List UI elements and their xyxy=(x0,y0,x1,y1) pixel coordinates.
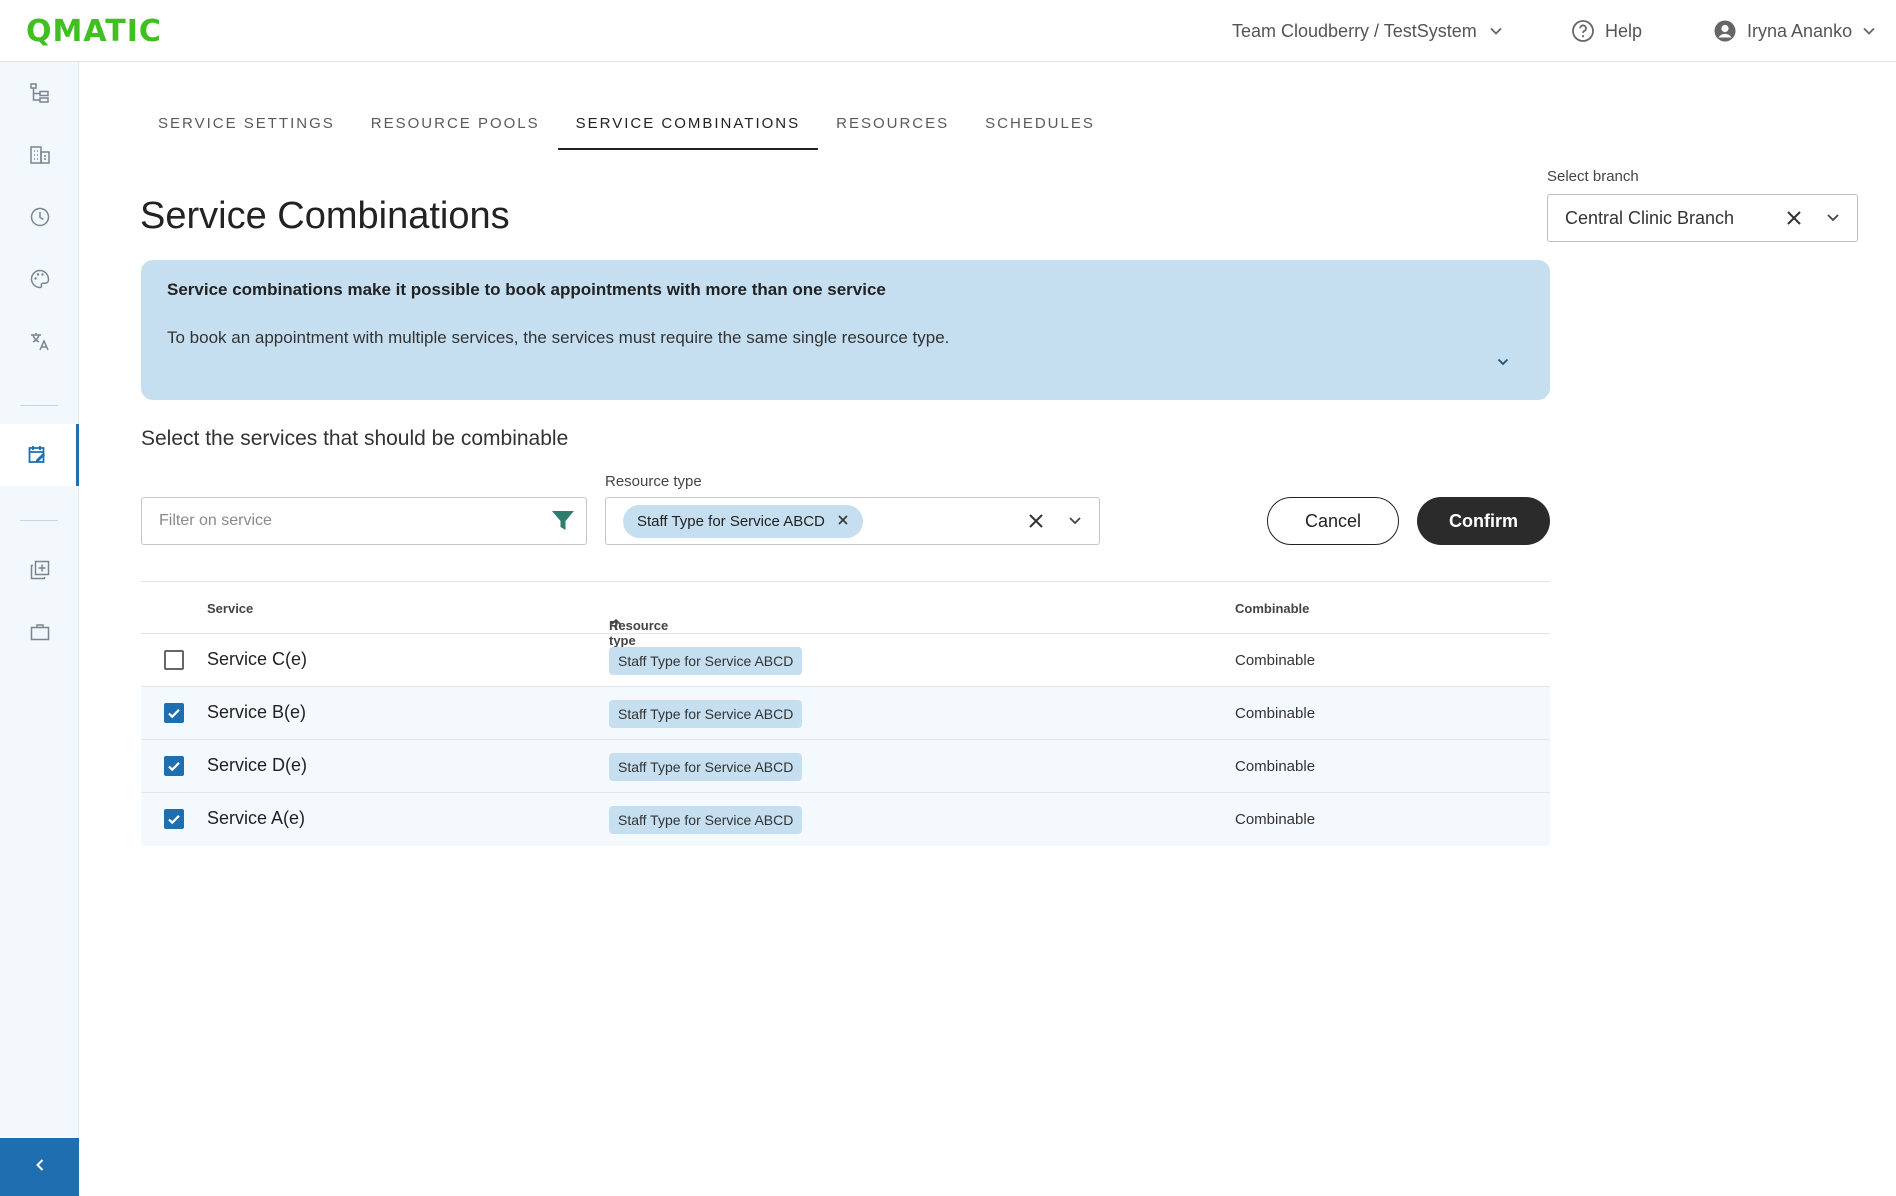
chevron-down-icon[interactable] xyxy=(1067,512,1083,533)
resource-type-tag: Staff Type for Service ABCD xyxy=(609,806,803,834)
service-name: Service D(e) xyxy=(207,755,308,775)
tab-service-combinations[interactable]: SERVICE COMBINATIONS xyxy=(557,100,819,150)
table-row[interactable]: Service C(e) Staff Type for Service ABCD… xyxy=(141,634,1550,687)
table-header: Service Resource type Combinable xyxy=(141,581,1550,648)
checkmark-icon xyxy=(168,762,180,772)
palette-icon[interactable] xyxy=(0,248,79,310)
filter-field xyxy=(141,497,587,545)
cancel-button[interactable]: Cancel xyxy=(1267,497,1399,545)
user-name: Iryna Ananko xyxy=(1747,20,1853,41)
info-text: To book an appointment with multiple ser… xyxy=(167,328,950,347)
resource-type-tag: Staff Type for Service ABCD xyxy=(609,753,803,781)
team-system-selector[interactable]: Team Cloudberry / TestSystem xyxy=(1232,0,1503,62)
combinable-status: Combinable xyxy=(1235,758,1316,775)
close-icon[interactable] xyxy=(1783,207,1805,234)
filter-service-input[interactable] xyxy=(159,512,539,530)
service-name: Service B(e) xyxy=(207,702,307,722)
confirm-button[interactable]: Confirm xyxy=(1417,497,1550,545)
service-name: Service A(e) xyxy=(207,808,306,828)
tab-schedules[interactable]: SCHEDULES xyxy=(967,100,1113,150)
resource-type-chip: Staff Type for Service ABCD xyxy=(623,505,863,538)
row-checkbox[interactable] xyxy=(164,650,184,670)
resource-type-tag: Staff Type for Service ABCD xyxy=(609,700,803,728)
building-icon[interactable] xyxy=(0,124,79,186)
chip-label: Staff Type for Service ABCD xyxy=(637,513,825,530)
resource-type-tag: Staff Type for Service ABCD xyxy=(609,647,803,675)
calendar-edit-icon[interactable] xyxy=(0,424,79,486)
chevron-left-icon xyxy=(33,1158,47,1177)
tab-bar: SERVICE SETTINGS RESOURCE POOLS SERVICE … xyxy=(140,100,1113,150)
selection-subtitle: Select the services that should be combi… xyxy=(141,427,569,450)
account-circle-icon xyxy=(1713,19,1737,43)
services-table: Service Resource type Combinable Service… xyxy=(141,581,1550,846)
add-copy-icon[interactable] xyxy=(0,539,79,601)
tab-resources[interactable]: RESOURCES xyxy=(818,100,967,150)
close-icon[interactable] xyxy=(837,513,849,530)
translate-icon[interactable] xyxy=(0,310,79,372)
close-icon[interactable] xyxy=(1025,510,1047,537)
arrow-up-icon xyxy=(609,618,623,635)
filter-funnel-icon[interactable] xyxy=(550,508,576,539)
user-menu[interactable]: Iryna Ananko xyxy=(1713,0,1876,62)
resource-type-label: Resource type xyxy=(605,473,702,490)
help-label: Help xyxy=(1605,20,1643,41)
tab-service-settings[interactable]: SERVICE SETTINGS xyxy=(140,100,353,150)
column-combinable[interactable]: Combinable xyxy=(1235,601,1309,616)
chevron-down-icon xyxy=(1862,24,1876,38)
team-system-label: Team Cloudberry / TestSystem xyxy=(1232,20,1477,41)
top-bar: QMATIC Team Cloudberry / TestSystem Help… xyxy=(0,0,1896,62)
briefcase-icon[interactable] xyxy=(0,601,79,663)
help-link[interactable]: Help xyxy=(1571,0,1642,62)
hierarchy-icon[interactable] xyxy=(0,62,79,124)
help-circle-icon xyxy=(1571,19,1595,43)
page-title: Service Combinations xyxy=(140,195,510,237)
info-title: Service combinations make it possible to… xyxy=(167,280,886,299)
combinable-status: Combinable xyxy=(1235,811,1316,828)
chevron-down-icon[interactable] xyxy=(1825,209,1841,230)
service-name: Service C(e) xyxy=(207,649,308,669)
sidebar-divider xyxy=(20,520,58,521)
checkmark-icon xyxy=(168,709,180,719)
row-checkbox[interactable] xyxy=(164,703,184,723)
chevron-down-icon[interactable] xyxy=(1496,355,1510,374)
collapse-sidebar-button[interactable] xyxy=(0,1138,79,1196)
checkmark-icon xyxy=(168,815,180,825)
table-row[interactable]: Service D(e) Staff Type for Service ABCD… xyxy=(141,740,1550,793)
chevron-down-icon xyxy=(1489,24,1503,38)
table-row[interactable]: Service A(e) Staff Type for Service ABCD… xyxy=(141,793,1550,846)
row-checkbox[interactable] xyxy=(164,809,184,829)
sidebar xyxy=(0,62,79,1196)
combinable-status: Combinable xyxy=(1235,705,1316,722)
tab-resource-pools[interactable]: RESOURCE POOLS xyxy=(353,100,558,150)
table-row[interactable]: Service B(e) Staff Type for Service ABCD… xyxy=(141,687,1550,740)
branch-value: Central Clinic Branch xyxy=(1565,207,1735,228)
clock-icon[interactable] xyxy=(0,186,79,248)
resource-type-select[interactable]: Staff Type for Service ABCD xyxy=(605,497,1100,545)
branch-select[interactable]: Central Clinic Branch xyxy=(1547,194,1858,242)
column-service[interactable]: Service xyxy=(207,601,253,616)
row-checkbox[interactable] xyxy=(164,756,184,776)
qmatic-logo[interactable]: QMATIC xyxy=(26,14,162,49)
sidebar-divider xyxy=(20,405,58,406)
branch-label: Select branch xyxy=(1547,168,1639,185)
info-panel: Service combinations make it possible to… xyxy=(141,260,1550,400)
combinable-status: Combinable xyxy=(1235,652,1316,669)
